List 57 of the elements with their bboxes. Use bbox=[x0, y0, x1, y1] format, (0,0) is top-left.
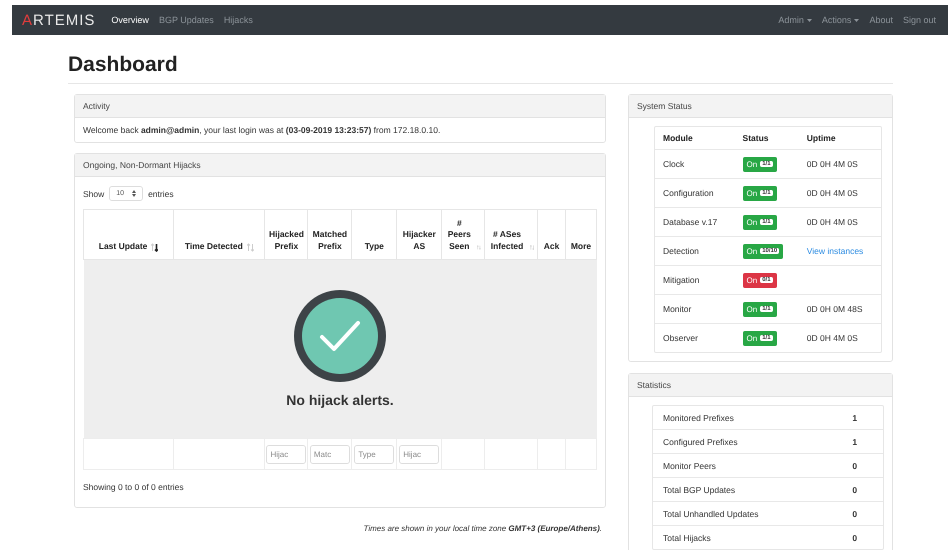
welcome-message: Welcome back admin@admin, your last login was at (03-09-2019 13:23:57) from 172.18.0.10. bbox=[83, 125, 442, 135]
module-name: Configuration bbox=[655, 178, 735, 208]
filter-field[interactable]: Type bbox=[354, 444, 394, 464]
filter-field[interactable]: Hijac bbox=[399, 444, 440, 464]
page-title: Dashboard bbox=[68, 53, 893, 84]
stat-value: 0 bbox=[842, 478, 883, 502]
logo[interactable]: ARTEMIS bbox=[22, 12, 96, 28]
column-header: Status bbox=[734, 127, 799, 150]
stat-label: Configured Prefixes bbox=[653, 430, 842, 454]
stat-label: Total BGP Updates bbox=[653, 478, 842, 502]
nav-link[interactable]: Sign out bbox=[902, 15, 936, 25]
check-icon bbox=[294, 290, 386, 382]
module-name: Clock bbox=[655, 150, 735, 178]
uptime: 0D 0H 4M 0S bbox=[806, 159, 858, 169]
module-name: Observer bbox=[655, 324, 735, 352]
stat-value: 1 bbox=[842, 406, 883, 430]
module-name: Database v.17 bbox=[655, 208, 735, 236]
card-header: Activity bbox=[75, 95, 605, 118]
table-info: Showing 0 to 0 of 0 entries bbox=[83, 482, 185, 492]
column-header: Uptime bbox=[798, 127, 881, 150]
timezone-note: Times are shown in your local time zone GMT+3 (Europe/Athens). bbox=[362, 524, 603, 533]
module-name: Mitigation bbox=[655, 266, 735, 294]
nav-link[interactable]: BGP Updates bbox=[158, 15, 214, 25]
filter-field[interactable]: Matc bbox=[310, 444, 350, 464]
uptime: 0D 0H 0M 48S bbox=[806, 304, 863, 314]
nav-link[interactable]: Hijacks bbox=[224, 15, 253, 25]
stat-value: 1 bbox=[842, 430, 883, 454]
column-header[interactable]: Last Update bbox=[84, 210, 174, 260]
uptime: 0D 0H 4M 0S bbox=[806, 333, 858, 343]
module-name: Detection bbox=[655, 236, 735, 266]
filter-field[interactable]: Hijac bbox=[266, 444, 306, 464]
caret-icon bbox=[854, 19, 860, 22]
stat-label: Total Unhandled Updates bbox=[653, 502, 842, 526]
entries-label: entries bbox=[148, 188, 174, 198]
card-header: Ongoing, Non-Dormant Hijacks bbox=[75, 154, 605, 177]
empty-message: No hijack alerts. bbox=[286, 392, 394, 408]
select-arrows-icon bbox=[132, 190, 136, 197]
sort-icon[interactable] bbox=[151, 243, 158, 252]
nav-dropdown[interactable]: Admin bbox=[778, 15, 812, 25]
nav-link[interactable]: About bbox=[869, 15, 893, 25]
stat-value: 0 bbox=[842, 526, 883, 549]
nav-link[interactable]: Overview bbox=[111, 15, 149, 25]
stat-label: Total Hijacks bbox=[653, 526, 842, 549]
nav-dropdown[interactable]: Actions bbox=[822, 15, 860, 25]
card-header: System Status bbox=[629, 95, 892, 118]
view-instances-link[interactable]: View instances bbox=[806, 246, 864, 256]
stat-label: Monitor Peers bbox=[653, 454, 842, 478]
caret-icon bbox=[806, 19, 812, 22]
stat-value: 0 bbox=[842, 502, 883, 526]
card-header: Statistics bbox=[629, 374, 892, 397]
uptime: 0D 0H 4M 0S bbox=[806, 188, 858, 198]
uptime: 0D 0H 4M 0S bbox=[806, 217, 858, 227]
stat-value: 0 bbox=[842, 454, 883, 478]
column-header: Module bbox=[655, 127, 735, 150]
module-name: Monitor bbox=[655, 294, 735, 324]
stat-label: Monitored Prefixes bbox=[653, 406, 842, 430]
show-label: Show bbox=[83, 188, 104, 198]
